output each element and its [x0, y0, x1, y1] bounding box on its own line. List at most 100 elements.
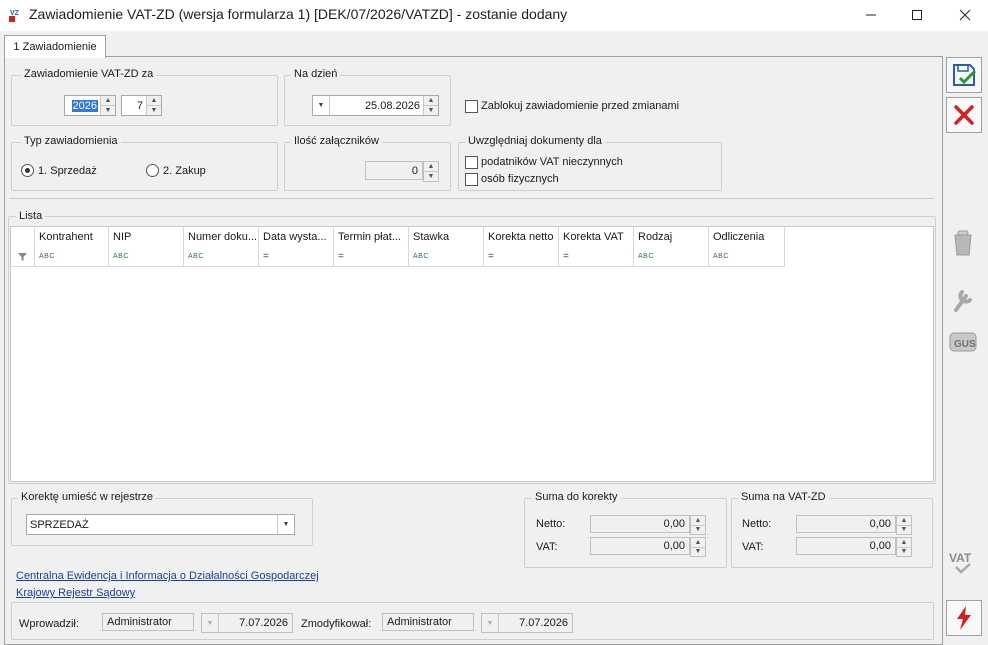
filter-cell[interactable]: =	[484, 247, 559, 266]
equals-filter-icon: =	[338, 251, 344, 262]
grid-corner	[11, 227, 35, 247]
column-header[interactable]: Kontrahent	[35, 227, 109, 247]
date-legend: Na dzień	[291, 68, 341, 80]
equals-filter-icon: =	[263, 251, 269, 262]
month-value: 7	[136, 99, 143, 112]
sum-vatzd-vat-spin: ▲ ▼	[896, 537, 912, 557]
year-stepper[interactable]: 2026 ▲ ▼	[64, 95, 116, 116]
radio-sprzedaz[interactable]	[21, 164, 34, 177]
entered-by-field: Administrator	[102, 613, 194, 631]
grid-filter-row: ABC ABC ABC = = ABC = = ABC ABC	[11, 247, 785, 267]
date-spin[interactable]: ▲ ▼	[423, 96, 438, 115]
modified-date-field: ▼ 7.07.2026	[481, 613, 573, 633]
type-legend: Typ zawiadomienia	[21, 135, 121, 147]
checkbox-natural-persons[interactable]	[465, 173, 478, 186]
delete-button[interactable]	[946, 226, 980, 260]
tools-button[interactable]	[946, 283, 980, 317]
vat-button[interactable]: VAT	[946, 545, 980, 579]
date-dropdown-icon[interactable]: ▼	[313, 96, 330, 115]
column-header[interactable]: Stawka	[409, 227, 484, 247]
entered-by-value: Administrator	[107, 616, 172, 628]
year-spin[interactable]: ▲ ▼	[100, 96, 115, 115]
sum-correction-legend: Suma do korekty	[532, 491, 621, 503]
close-red-icon	[954, 105, 974, 125]
register-value: SPRZEDAŻ	[30, 518, 89, 531]
sum-correction-netto-label: Netto:	[536, 518, 566, 530]
svg-text:VAT: VAT	[949, 551, 972, 565]
section-divider	[9, 198, 934, 199]
chevron-down-icon[interactable]: ▼	[277, 515, 294, 534]
minimize-button[interactable]	[848, 0, 894, 30]
filter-funnel-icon[interactable]	[11, 247, 35, 266]
filter-cell[interactable]: ABC	[409, 247, 484, 266]
cancel-button[interactable]	[946, 97, 982, 133]
column-header[interactable]: Odliczenia	[709, 227, 785, 247]
filter-cell[interactable]: ABC	[634, 247, 709, 266]
tab-label: 1 Zawiadomienie	[13, 41, 97, 53]
date-value: 25.08.2026	[364, 99, 420, 112]
filter-cell[interactable]: =	[559, 247, 634, 266]
register-legend: Korektę umieść w rejestrze	[18, 491, 157, 503]
svg-text:GUS: GUS	[954, 339, 976, 350]
link-krs[interactable]: Krajowy Rejestr Sądowy	[16, 587, 135, 599]
lock-checkbox[interactable]	[465, 100, 478, 113]
filter-cell[interactable]: =	[259, 247, 334, 266]
sum-vatzd-vat-field: 0,00	[796, 537, 896, 555]
sum-vatzd-netto-label: Netto:	[742, 518, 772, 530]
filter-cell[interactable]: =	[334, 247, 409, 266]
flash-button[interactable]	[946, 600, 982, 636]
gus-button[interactable]: GUS	[946, 325, 980, 359]
modified-date-value: 7.07.2026	[519, 617, 568, 629]
tab-zawiadomienie[interactable]: 1 Zawiadomienie	[4, 35, 106, 58]
modified-by-label: Zmodyfikował:	[301, 618, 372, 630]
radio-zakup[interactable]	[146, 164, 159, 177]
window-title: Zawiadomienie VAT-ZD (wersja formularza …	[29, 6, 568, 22]
filter-cell[interactable]: ABC	[35, 247, 109, 266]
column-header[interactable]: Korekta netto	[484, 227, 559, 247]
entered-date-value: 7.07.2026	[239, 617, 288, 629]
month-spin[interactable]: ▲ ▼	[146, 96, 161, 115]
month-stepper[interactable]: 7 ▲ ▼	[121, 95, 162, 116]
abc-filter-icon: ABC	[188, 253, 204, 260]
save-icon	[953, 64, 977, 86]
close-window-button[interactable]	[942, 0, 988, 30]
entered-date-field: ▼ 7.07.2026	[201, 613, 293, 633]
column-header[interactable]: NIP	[109, 227, 184, 247]
filter-cell[interactable]: ABC	[709, 247, 785, 266]
filter-cell[interactable]: ABC	[184, 247, 259, 266]
filter-cell[interactable]: ABC	[109, 247, 184, 266]
sum-vatzd-vat-label: VAT:	[742, 541, 764, 553]
wrench-icon	[954, 290, 972, 312]
minimize-icon	[866, 14, 876, 16]
column-header[interactable]: Data wysta...	[259, 227, 334, 247]
sum-vatzd-netto-value: 0,00	[869, 518, 891, 530]
attachments-legend: Ilość załączników	[291, 135, 382, 147]
attachments-field: 0	[365, 161, 423, 180]
year-value: 2026	[71, 99, 98, 112]
column-header[interactable]: Rodzaj	[634, 227, 709, 247]
sum-correction-vat-spin: ▲ ▼	[690, 537, 706, 557]
checkbox-vat-inactive[interactable]	[465, 156, 478, 169]
sum-correction-netto-spin: ▲ ▼	[690, 515, 706, 535]
sum-vatzd-legend: Suma na VAT-ZD	[738, 491, 829, 503]
link-ceidg[interactable]: Centralna Ewidencja i Informacja o Dział…	[16, 570, 319, 582]
close-icon	[959, 9, 971, 21]
date-field[interactable]: ▼ 25.08.2026 ▲ ▼	[312, 95, 439, 116]
column-header[interactable]: Termin płat...	[334, 227, 409, 247]
sum-correction-vat-label: VAT:	[536, 541, 558, 553]
grid-header: Kontrahent NIP Numer doku... Data wysta.…	[11, 227, 785, 248]
include-legend: Uwzględniaj dokumenty dla	[465, 135, 605, 147]
abc-filter-icon: ABC	[113, 253, 129, 260]
maximize-button[interactable]	[894, 0, 940, 30]
modified-date-dropdown-icon: ▼	[482, 614, 499, 632]
register-select[interactable]: SPRZEDAŻ ▼	[26, 514, 295, 535]
column-header[interactable]: Numer doku...	[184, 227, 259, 247]
radio-selected-dot	[25, 168, 30, 173]
abc-filter-icon: ABC	[638, 253, 654, 260]
entered-by-label: Wprowadził:	[19, 618, 79, 630]
save-button[interactable]	[946, 57, 982, 93]
entered-date-dropdown-icon: ▼	[202, 614, 219, 632]
document-grid[interactable]: Kontrahent NIP Numer doku... Data wysta.…	[10, 226, 934, 482]
column-header[interactable]: Korekta VAT	[559, 227, 634, 247]
sum-vatzd-netto-field: 0,00	[796, 515, 896, 533]
